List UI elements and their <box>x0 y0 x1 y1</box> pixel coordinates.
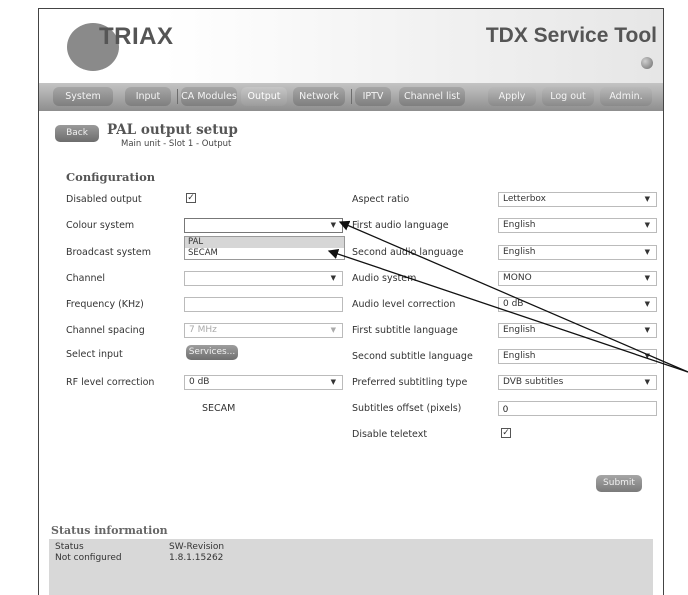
annotation-arrows <box>327 220 688 373</box>
arrow-to-secam-option <box>327 248 688 373</box>
arrow-to-colour-select <box>338 220 688 373</box>
